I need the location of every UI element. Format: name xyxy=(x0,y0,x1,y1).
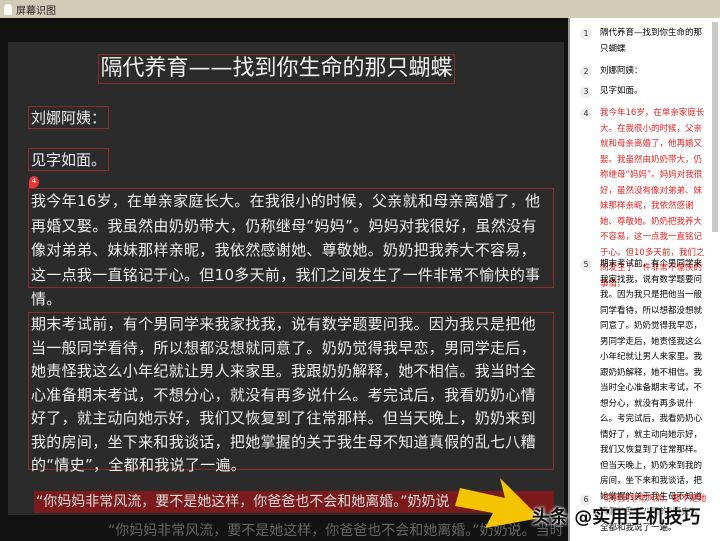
item-number: 4 xyxy=(580,108,592,120)
title-bar: 屏幕识图 xyxy=(0,0,720,18)
item-number: 1 xyxy=(580,28,592,40)
text-line-greeting[interactable]: 刘娜阿姨： xyxy=(28,106,110,129)
item-number: 2 xyxy=(580,66,592,78)
list-item[interactable]: 2 刘娜阿姨： xyxy=(580,64,710,80)
window-title: 屏幕识图 xyxy=(16,5,56,17)
list-item[interactable]: 1 隔代养育—找到你生命的那只蝴蝶 xyxy=(580,26,710,57)
app-icon xyxy=(4,3,12,15)
item-text: 刘娜阿姨： xyxy=(600,66,643,76)
paragraph-4[interactable]: 我今年16岁，在单亲家庭长大。在我很小的时候，父亲就和母亲离婚了，他再婚又娶。我… xyxy=(28,188,554,308)
item-number: 5 xyxy=(580,259,592,271)
item-text: 隔代养育—找到你生命的那只蝴蝶 xyxy=(600,28,703,54)
paragraph-5[interactable]: 期末考试前，有个男同学来我家找我，说有数学题要问我。因为我只是把他当一般同学看待… xyxy=(28,312,554,474)
text-line-salutation[interactable]: 见字如面。 xyxy=(28,148,110,171)
item-text: 见字如面。 xyxy=(600,86,643,96)
selection-marker: 4 xyxy=(29,176,39,188)
watermark: 头条 @实用手机技巧 xyxy=(532,507,701,528)
scrollbar[interactable] xyxy=(712,22,718,232)
item-number: 3 xyxy=(580,86,592,98)
ocr-text-sidebar: 1 隔代养育—找到你生命的那只蝴蝶 2 刘娜阿姨： 3 见字如面。 4 我今年16岁，在… xyxy=(568,18,720,541)
list-item[interactable]: 3 见字如面。 xyxy=(580,84,710,100)
doc-title[interactable]: 隔代养育——找到你生命的那只蝴蝶 xyxy=(98,54,455,84)
